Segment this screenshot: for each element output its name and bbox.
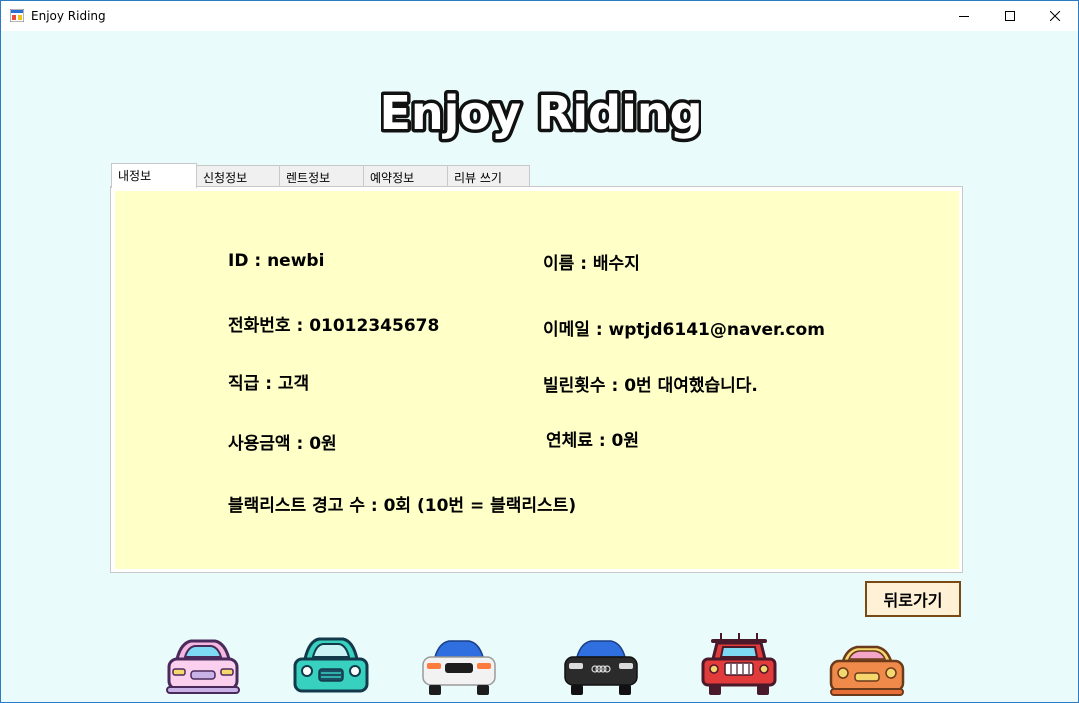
- tab-reservation-info[interactable]: 예약정보: [363, 165, 448, 187]
- minimize-icon: [959, 16, 969, 17]
- app-icon: [10, 9, 24, 22]
- tab-rent-info[interactable]: 렌트정보: [279, 165, 364, 187]
- user-name-label: 이름 : 배수지: [543, 254, 640, 274]
- amount-used-label: 사용금액 : 0원: [228, 434, 337, 454]
- black-car-icon: [564, 640, 638, 695]
- back-button[interactable]: 뒤로가기: [865, 581, 961, 617]
- logo-text-outline: Enjoy Riding: [381, 86, 701, 140]
- maximize-icon: [1005, 11, 1015, 21]
- title-bar[interactable]: Enjoy Riding: [1, 1, 1078, 31]
- close-button[interactable]: [1032, 1, 1078, 31]
- white-car-icon: [422, 640, 496, 695]
- orange-car-icon: [829, 645, 905, 696]
- rent-count-label: 빌린횟수 : 0번 대여했습니다.: [543, 376, 758, 396]
- rank-label: 직급 : 고객: [228, 374, 310, 394]
- red-jeep-icon: [701, 633, 777, 695]
- teal-car-icon: [293, 637, 369, 693]
- user-id-label: ID : newbi: [228, 251, 325, 271]
- tab-write-review[interactable]: 리뷰 쓰기: [447, 165, 530, 187]
- window-title: Enjoy Riding: [31, 9, 106, 23]
- late-fee-label: 연체료 : 0원: [546, 431, 640, 451]
- minimize-button[interactable]: [941, 1, 987, 31]
- app-logo: Enjoy Riding: [381, 83, 701, 144]
- my-info-panel: ID : newbi 이름 : 배수지 전화번호 : 01012345678 이…: [110, 186, 963, 573]
- my-info-panel-body: ID : newbi 이름 : 배수지 전화번호 : 01012345678 이…: [115, 191, 959, 569]
- blacklist-warning-label: 블랙리스트 경고 수 : 0회 (10번 = 블랙리스트): [228, 496, 577, 516]
- pink-car-icon: [166, 639, 240, 694]
- tab-application-info[interactable]: 신청정보: [196, 165, 280, 187]
- maximize-button[interactable]: [987, 1, 1033, 31]
- app-window: Enjoy Riding Enjoy Riding 내정보 신청정보 렌트정보 …: [0, 0, 1079, 703]
- tab-my-info[interactable]: 내정보: [111, 163, 197, 188]
- phone-label: 전화번호 : 01012345678: [228, 316, 440, 336]
- email-label: 이메일 : wptjd6141@naver.com: [543, 320, 825, 340]
- close-icon: [1050, 11, 1060, 21]
